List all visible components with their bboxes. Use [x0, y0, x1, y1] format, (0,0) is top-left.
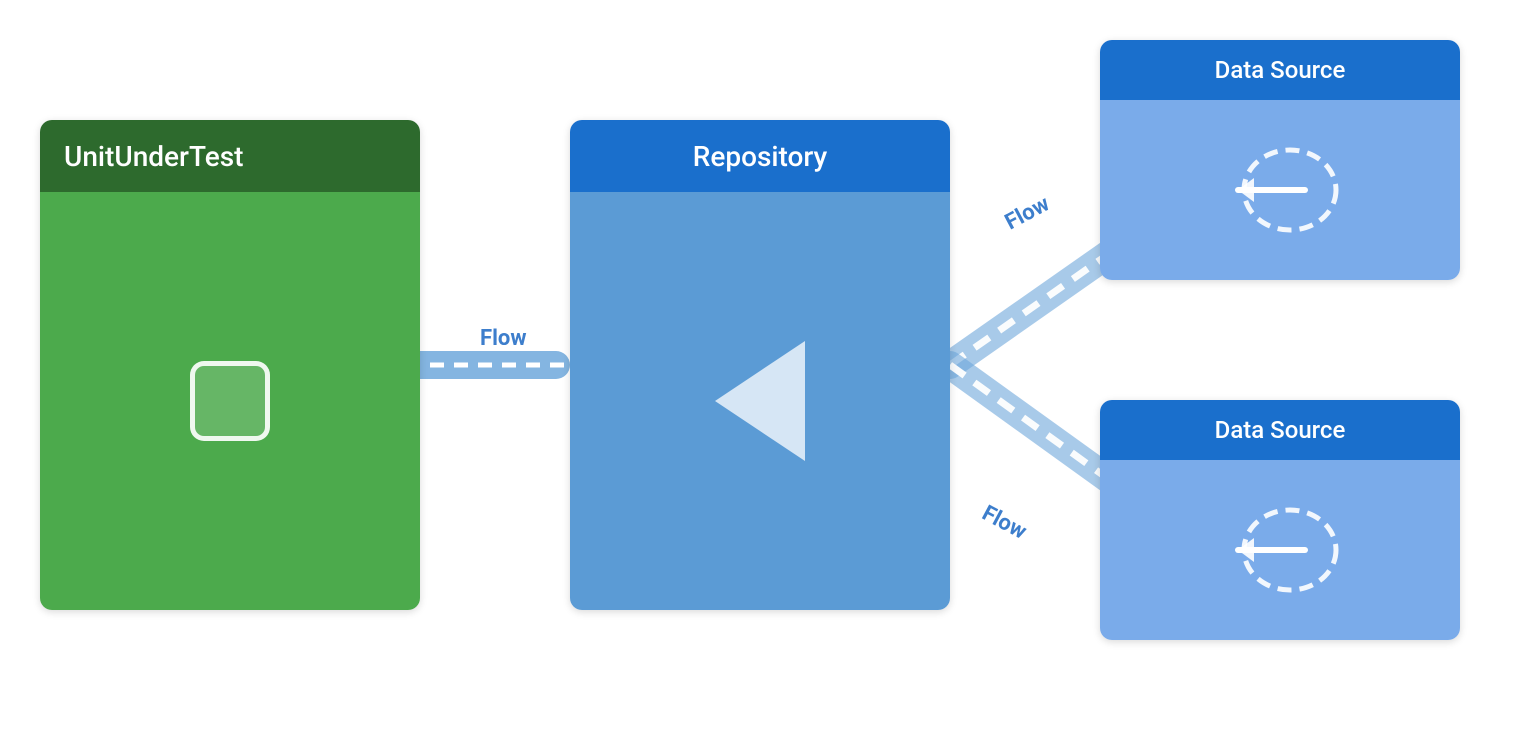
data-source-top-label: Data Source [1215, 56, 1346, 84]
svg-text:Flow: Flow [480, 326, 526, 351]
data-source-top-box: Data Source [1100, 40, 1460, 280]
repository-header: Repository [570, 120, 950, 192]
unit-under-test-box: UnitUnderTest [40, 120, 420, 610]
data-source-top-header: Data Source [1100, 40, 1460, 100]
diagram-container: Flow Flow Flow UnitUnderTest Repository [0, 0, 1519, 741]
unit-under-test-body [40, 192, 420, 610]
unit-under-test-header: UnitUnderTest [40, 120, 420, 192]
data-source-bottom-arrow-icon [1210, 495, 1350, 605]
unit-icon [190, 361, 270, 441]
repository-box: Repository [570, 120, 950, 610]
data-source-bottom-body [1100, 460, 1460, 640]
data-source-top-arrow-icon [1210, 135, 1350, 245]
svg-text:Flow: Flow [1001, 191, 1054, 235]
unit-under-test-label: UnitUnderTest [64, 140, 243, 173]
data-source-bottom-header: Data Source [1100, 400, 1460, 460]
data-source-bottom-box: Data Source [1100, 400, 1460, 640]
repository-body [570, 192, 950, 610]
svg-text:Flow: Flow [978, 501, 1031, 545]
data-source-bottom-label: Data Source [1215, 416, 1346, 444]
data-source-top-body [1100, 100, 1460, 280]
repository-triangle-icon [715, 341, 805, 461]
repository-label: Repository [693, 140, 828, 173]
